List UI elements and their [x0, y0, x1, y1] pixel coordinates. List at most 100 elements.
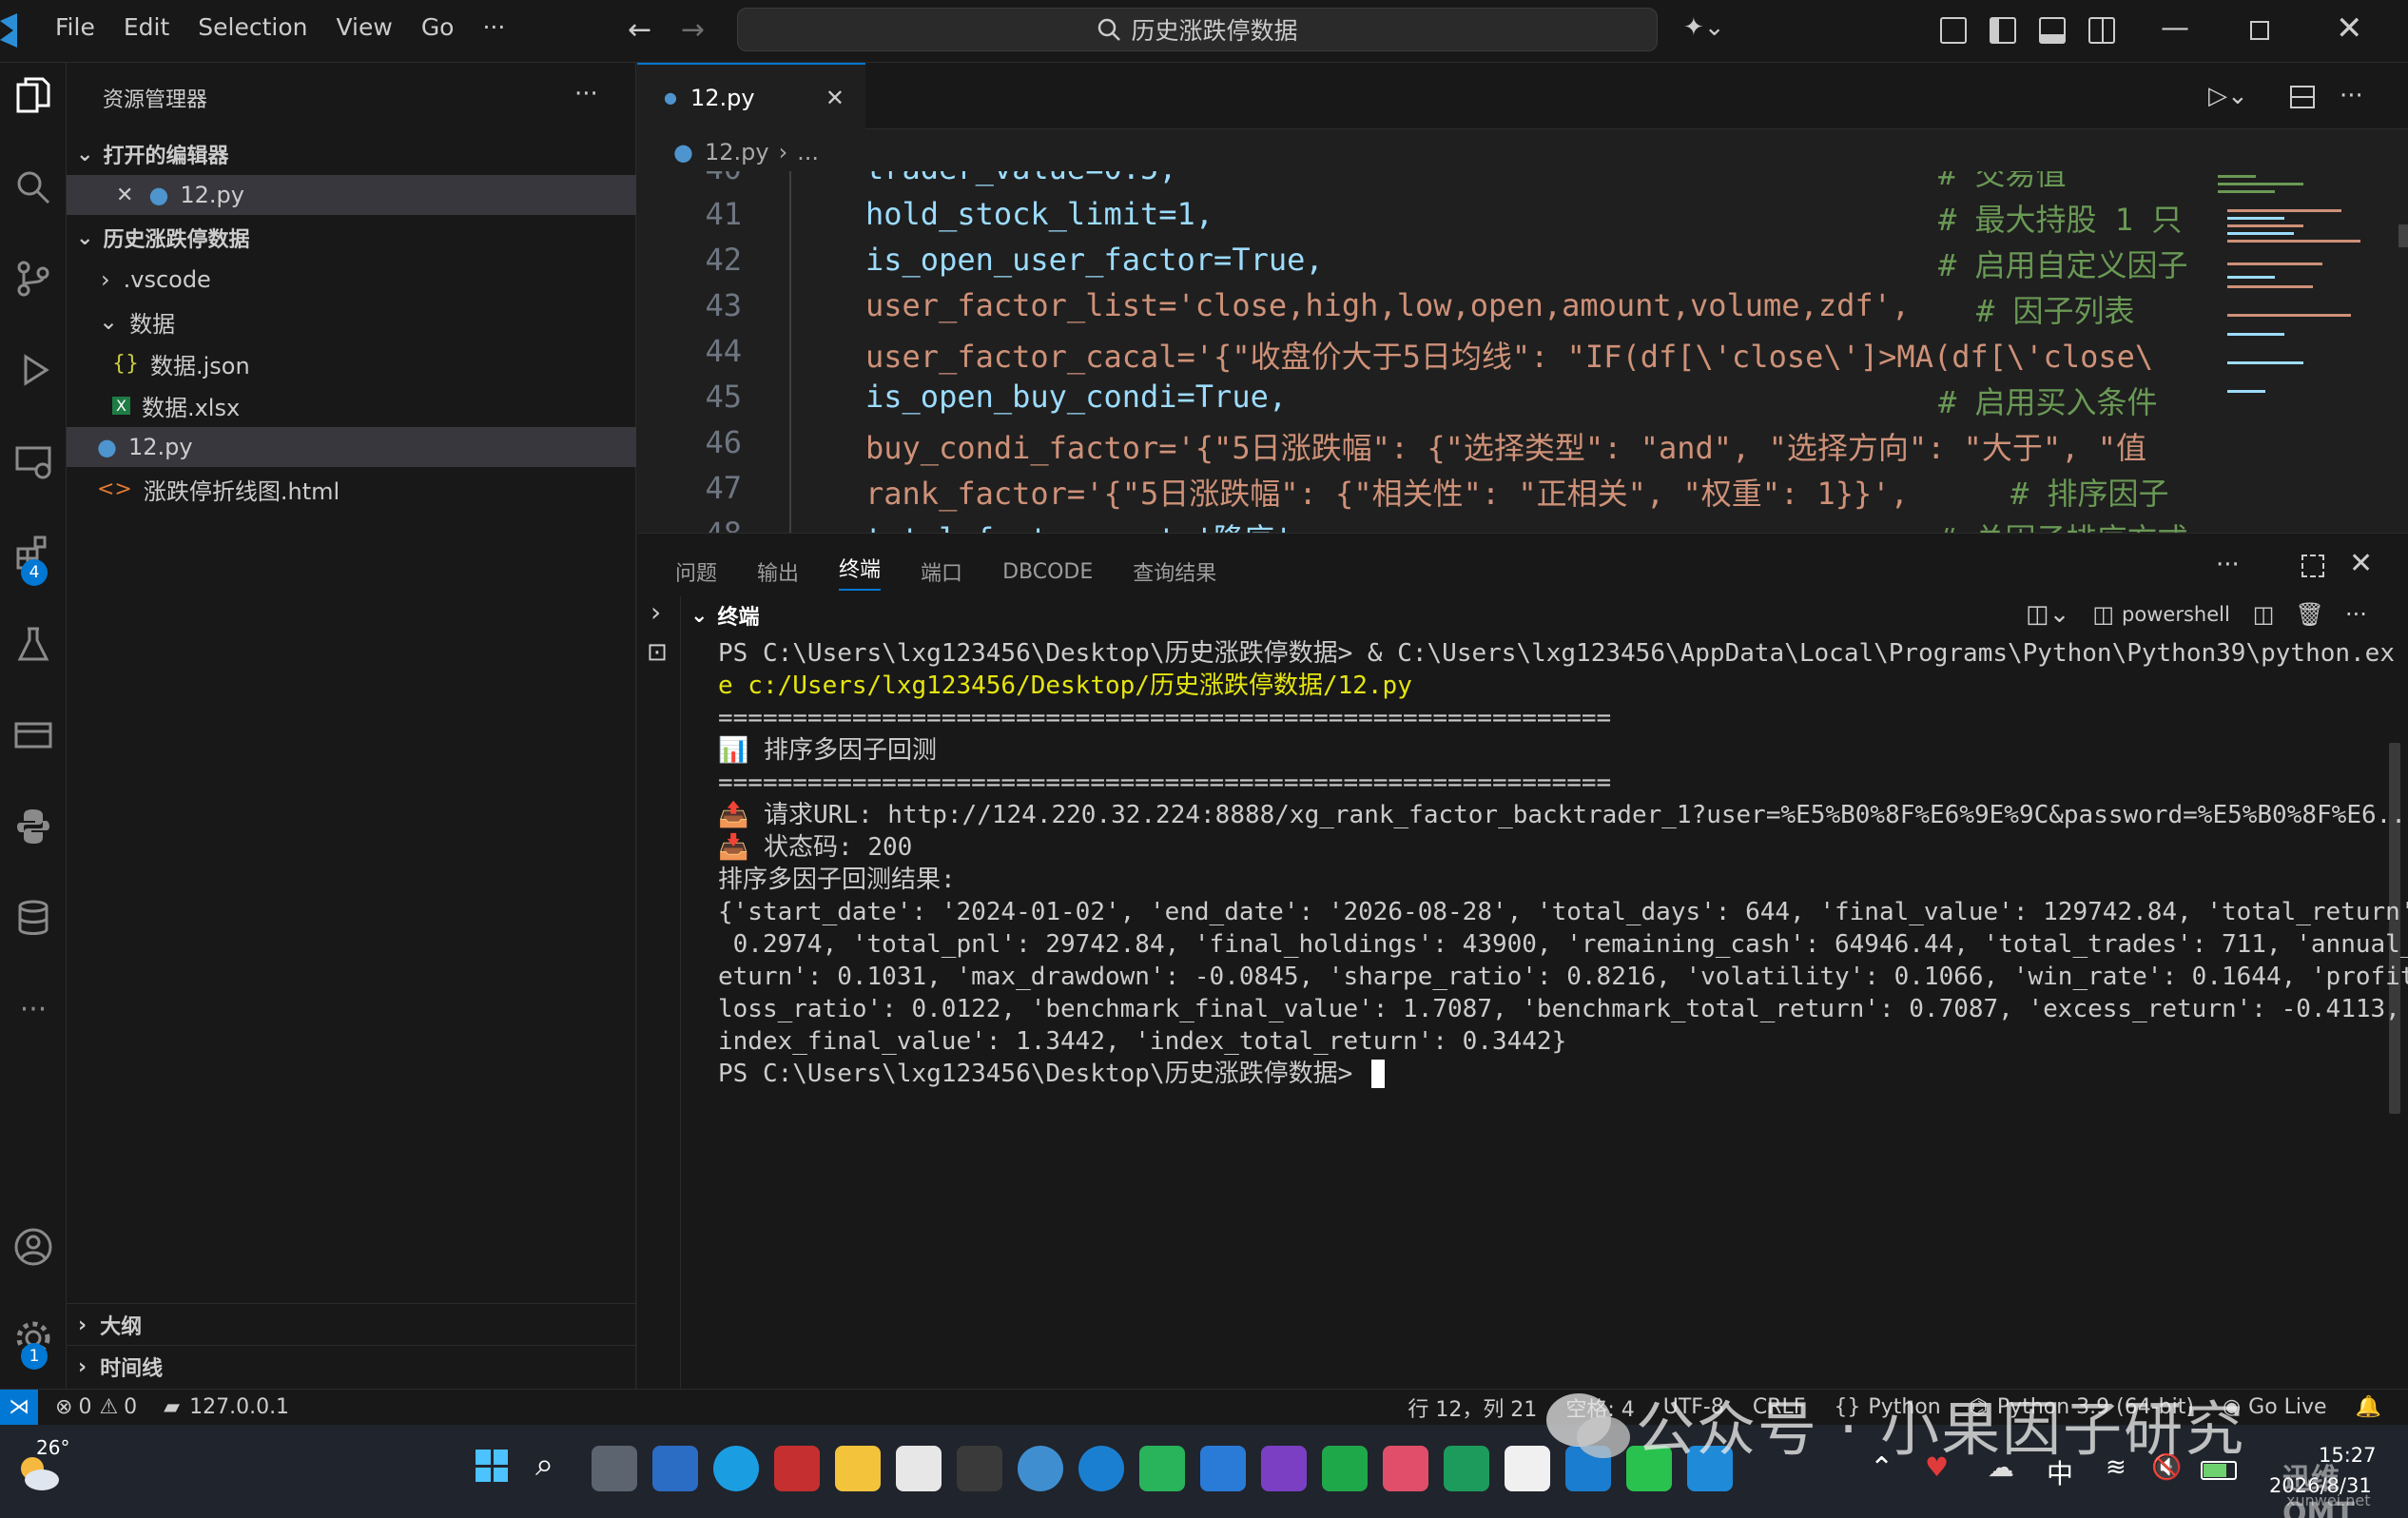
customize-layout-icon[interactable]	[1940, 17, 1967, 44]
database-client-icon[interactable]	[0, 702, 67, 769]
open-editors-section[interactable]: ⌄ 打开的编辑器	[67, 134, 636, 174]
task-view-icon[interactable]	[592, 1446, 637, 1491]
explorer-icon[interactable]	[0, 63, 67, 129]
close-panel-icon[interactable]: ✕	[2349, 547, 2373, 580]
tree-item-data-xlsx[interactable]: X 数据.xlsx	[67, 385, 636, 425]
pink-app-icon[interactable]	[1383, 1446, 1428, 1491]
run-debug-icon[interactable]	[0, 337, 67, 403]
menu-selection[interactable]: Selection	[198, 13, 307, 41]
manage-gear-icon[interactable]: 1	[0, 1305, 67, 1372]
close-editor-icon[interactable]: ✕	[116, 184, 133, 207]
menu-more-button[interactable]: ···	[482, 13, 505, 41]
tree-item-12-py[interactable]: ● 12.py	[67, 427, 636, 467]
chevron-right-icon[interactable]: ›	[651, 596, 661, 628]
toggle-primary-sidebar-icon[interactable]	[1990, 17, 2016, 44]
database-icon[interactable]	[0, 885, 67, 951]
outline-section[interactable]: › 大纲	[67, 1305, 636, 1345]
menu-go[interactable]: Go	[421, 13, 455, 41]
tab-ports[interactable]: 端口	[921, 556, 962, 587]
tree-item-data-folder[interactable]: ⌄ 数据	[67, 302, 636, 341]
app-cube-icon[interactable]	[957, 1446, 1002, 1491]
host-label[interactable]: 127.0.0.1	[189, 1395, 289, 1419]
panel-more-icon[interactable]: ···	[2216, 551, 2240, 579]
terminal-prompt: PS C:\Users\lxg123456\Desktop\历史涨跌停数据> &…	[718, 639, 2395, 668]
menu-edit[interactable]: Edit	[124, 13, 169, 41]
line-number: 48	[637, 516, 742, 533]
remote-explorer-icon[interactable]	[0, 428, 67, 495]
teal-app-icon[interactable]	[1444, 1446, 1489, 1491]
file-explorer-icon[interactable]	[835, 1446, 881, 1491]
tree-item-vscode[interactable]: › .vscode	[67, 260, 636, 300]
terminal-group-header[interactable]: ⌄ 终端	[690, 600, 759, 631]
edge-browser-icon[interactable]	[713, 1446, 759, 1491]
taskbar-search-icon[interactable]: ⌕	[535, 1446, 553, 1484]
command-center-search[interactable]: 历史涨跌停数据	[737, 8, 1658, 51]
blue-app-icon[interactable]	[1200, 1446, 1246, 1491]
wps-office-icon[interactable]	[774, 1446, 820, 1491]
extensions-icon[interactable]: 4	[0, 519, 67, 586]
open-editor-item[interactable]: ✕ ● 12.py	[67, 175, 636, 215]
close-window-icon[interactable]: ✕	[2336, 10, 2363, 48]
start-windows-icon[interactable]	[476, 1450, 508, 1482]
close-tab-icon[interactable]: ✕	[825, 85, 845, 111]
maximize-panel-icon[interactable]	[2301, 555, 2324, 577]
store-icon[interactable]	[896, 1446, 942, 1491]
folder-section[interactable]: ⌄ 历史涨跌停数据	[67, 218, 636, 258]
globe-app-icon[interactable]	[1018, 1446, 1063, 1491]
search-activity-icon[interactable]	[0, 154, 67, 221]
testing-flask-icon[interactable]	[0, 611, 67, 677]
edge-dev-icon[interactable]	[1078, 1446, 1124, 1491]
error-count[interactable]: 0	[78, 1395, 91, 1419]
python-icon[interactable]	[0, 793, 67, 860]
mail-app-icon[interactable]	[652, 1446, 698, 1491]
purple-app-icon[interactable]	[1261, 1446, 1307, 1491]
explorer-more-icon[interactable]: ···	[574, 80, 598, 108]
code-editor[interactable]: 40 trader_value=0.5, # 交易值 41 hold_stock…	[637, 171, 2408, 533]
copilot-icon[interactable]: ✦⌄	[1683, 13, 1725, 42]
go-live-button[interactable]: Go Live	[2248, 1395, 2326, 1419]
maximize-icon[interactable]	[2250, 21, 2269, 40]
terminal-tab-icon[interactable]: ⊡	[647, 638, 668, 667]
editor-scrollbar[interactable]	[2398, 224, 2408, 247]
terminal-scrollbar[interactable]	[2389, 743, 2400, 1114]
tab-query-results[interactable]: 查询结果	[1133, 556, 1216, 587]
more-views-icon[interactable]: ···	[0, 976, 67, 1042]
terminal-shell-label[interactable]: powershell	[2122, 603, 2230, 626]
tab-terminal[interactable]: 终端	[839, 553, 882, 591]
split-pane-icon[interactable]: ◫	[2253, 601, 2275, 628]
accounts-icon[interactable]	[0, 1214, 67, 1280]
breadcrumb-symbol[interactable]: ...	[797, 139, 819, 165]
menu-view[interactable]: View	[336, 13, 392, 41]
minimap[interactable]	[2208, 171, 2408, 533]
source-control-icon[interactable]	[0, 245, 67, 312]
terminal-more-icon[interactable]: ···	[2345, 601, 2367, 628]
chat-app-icon[interactable]	[1322, 1446, 1368, 1491]
terminal-line: PS C:\Users\lxg123456\Desktop\历史涨跌停数据>	[718, 1058, 2382, 1090]
split-terminal-icon[interactable]: ◫⌄	[2026, 600, 2069, 629]
tab-dbcode[interactable]: DBCODE	[1002, 560, 1093, 584]
tab-problems[interactable]: 问题	[675, 556, 717, 587]
menu-file[interactable]: File	[55, 13, 95, 41]
forward-arrow-icon[interactable]: →	[681, 13, 705, 47]
green-app-icon[interactable]	[1139, 1446, 1185, 1491]
run-python-icon[interactable]: ▷⌄	[2208, 82, 2248, 110]
remote-indicator-icon[interactable]: ⋊	[0, 1389, 38, 1426]
warning-count[interactable]: 0	[124, 1395, 137, 1419]
minimize-icon[interactable]: —	[2161, 11, 2189, 45]
cursor-position[interactable]: 行 12，列 21	[1408, 1392, 1537, 1423]
trash-icon[interactable]: 🗑	[2295, 601, 2323, 628]
toggle-secondary-sidebar-icon[interactable]	[2088, 17, 2115, 44]
editor-tab-12-py[interactable]: ● 12.py ✕	[637, 63, 865, 130]
breadcrumb-file[interactable]: 12.py	[705, 139, 769, 165]
editor-more-icon[interactable]: ···	[2340, 82, 2363, 110]
split-editor-icon[interactable]	[2290, 86, 2315, 108]
tree-item-data-json[interactable]: {} 数据.json	[67, 343, 636, 383]
terminal-output[interactable]: PS C:\Users\lxg123456\Desktop\历史涨跌停数据> &…	[718, 637, 2408, 1090]
tree-item-html[interactable]: <> 涨跌停折线图.html	[67, 469, 636, 509]
tab-output[interactable]: 输出	[757, 556, 799, 587]
terminal-line: loss_ratio': 0.0122, 'benchmark_final_va…	[718, 995, 2408, 1023]
toggle-panel-icon[interactable]	[2039, 17, 2066, 44]
back-arrow-icon[interactable]: ←	[628, 13, 651, 47]
bell-icon[interactable]: 🔔	[2356, 1395, 2381, 1419]
timeline-section[interactable]: › 时间线	[67, 1347, 636, 1387]
